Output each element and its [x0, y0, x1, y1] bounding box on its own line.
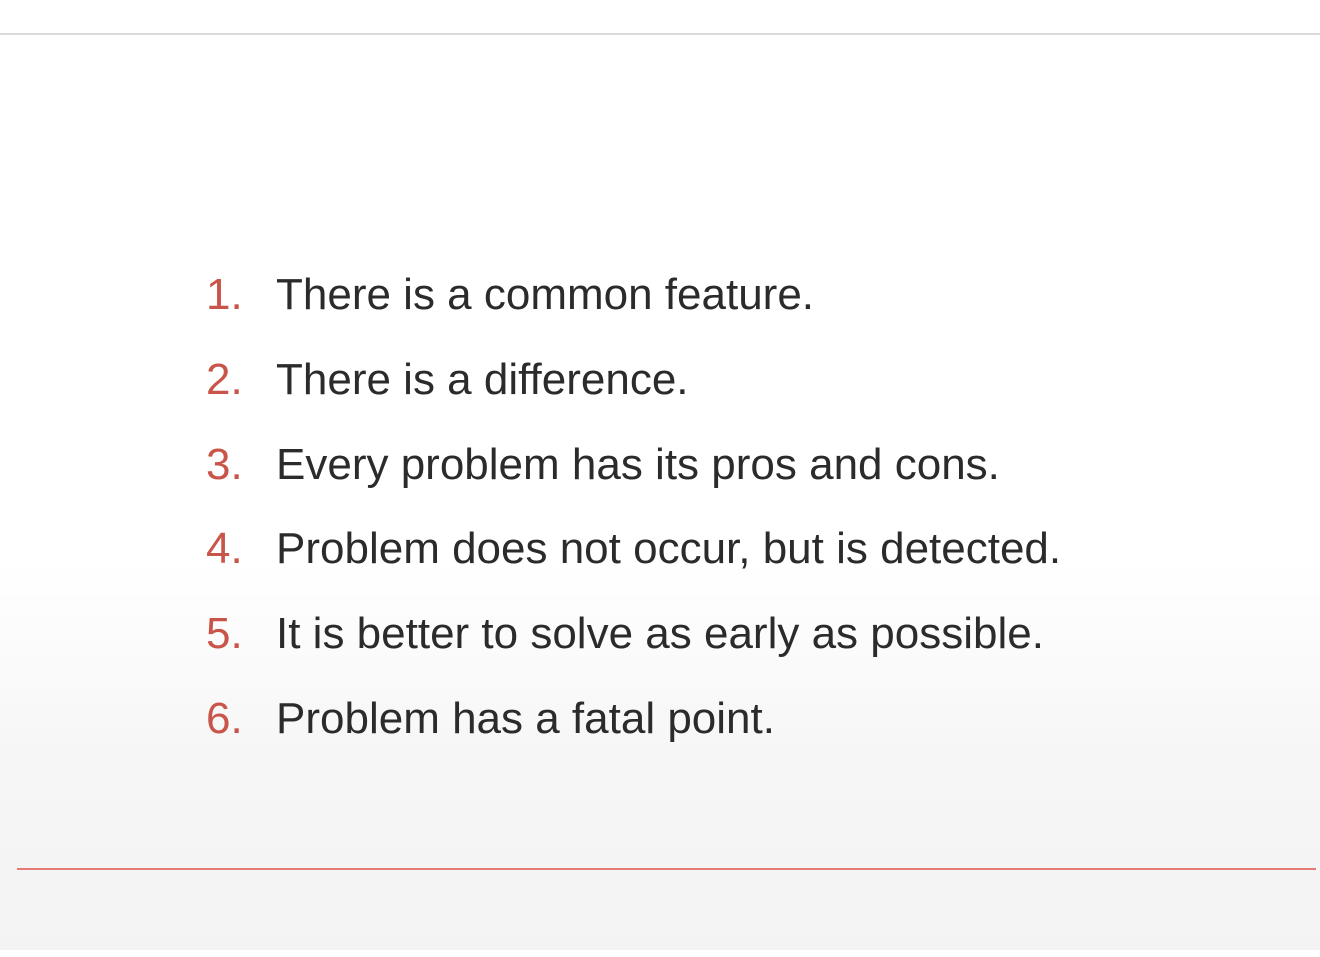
- item-number: 2.: [206, 354, 243, 404]
- item-number: 4.: [206, 524, 243, 574]
- item-number: 5.: [206, 609, 243, 659]
- item-text: It is better to solve as early as possib…: [276, 609, 1044, 659]
- presentation-slide: 1. There is a common feature. 2. There i…: [0, 0, 1320, 957]
- item-text: Every problem has its pros and cons.: [276, 439, 1000, 489]
- item-text: Problem does not occur, but is detected.: [276, 524, 1062, 574]
- item-text: There is a common feature.: [276, 270, 815, 319]
- list-item: 2. There is a difference.: [206, 350, 1061, 435]
- top-divider: [0, 33, 1320, 35]
- bottom-accent-divider: [17, 868, 1316, 870]
- item-text: There is a difference.: [276, 354, 689, 404]
- bottom-edge-band: [0, 950, 1320, 957]
- item-number: 1.: [206, 270, 243, 319]
- list-item: 1. There is a common feature.: [206, 265, 1061, 350]
- list-item: 5. It is better to solve as early as pos…: [206, 604, 1061, 689]
- item-text: Problem has a fatal point.: [276, 693, 775, 743]
- list-item: 3. Every problem has its pros and cons.: [206, 435, 1061, 520]
- list-item: 4. Problem does not occur, but is detect…: [206, 519, 1061, 604]
- item-number: 3.: [206, 439, 243, 489]
- item-number: 6.: [206, 693, 243, 743]
- list-item: 6. Problem has a fatal point.: [206, 689, 1061, 774]
- numbered-points-list: 1. There is a common feature. 2. There i…: [206, 265, 1061, 774]
